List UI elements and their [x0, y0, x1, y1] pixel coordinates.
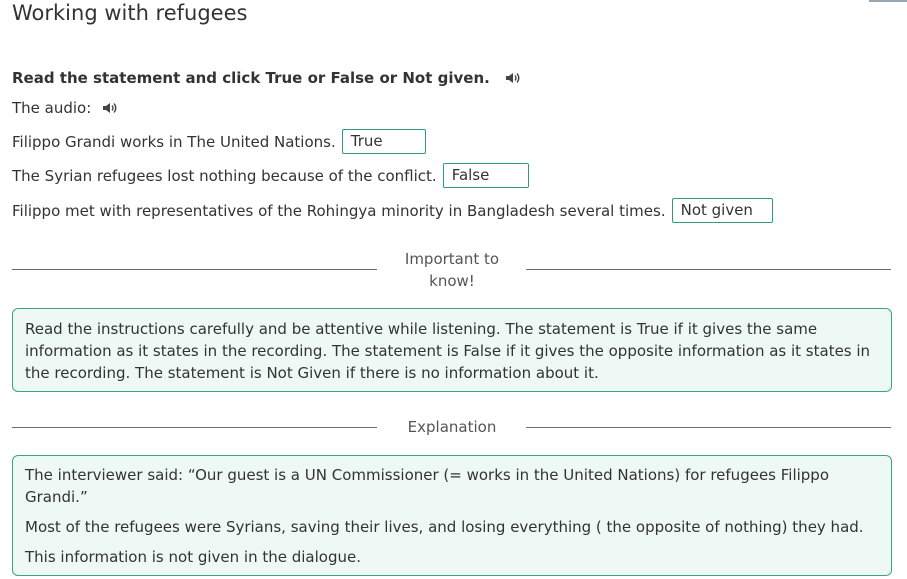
explanation-line: This information is not given in the dia… [25, 548, 361, 566]
statement-row: Filippo met with representatives of the … [12, 198, 773, 223]
explanation-box: The interviewer said: “Our guest is a UN… [12, 455, 892, 576]
task-instruction: Read the statement and click True or Fal… [12, 69, 522, 87]
divider-line-left [12, 427, 377, 428]
statement-text: The Syrian refugees lost nothing because… [12, 166, 437, 185]
divider-line-right [526, 269, 891, 270]
corner-indicator [869, 0, 907, 2]
instruction-text: Read the statement and click True or Fal… [12, 69, 490, 87]
statement-text: Filippo Grandi works in The United Natio… [12, 132, 336, 151]
statement-row: The Syrian refugees lost nothing because… [12, 163, 529, 188]
explanation-line: Most of the refugees were Syrians, savin… [25, 518, 864, 536]
audio-row: The audio: [12, 99, 119, 117]
audio-play-speaker-icon[interactable] [101, 101, 119, 115]
statement-text: Filippo met with representatives of the … [12, 201, 666, 220]
speaker-icon[interactable] [504, 71, 522, 85]
divider-line-right [526, 427, 891, 428]
answer-box-false[interactable]: False [442, 163, 529, 188]
important-heading: Important to know! [378, 248, 526, 292]
important-info-box: Read the instructions carefully and be a… [12, 308, 892, 392]
answer-box-not-given[interactable]: Not given [671, 198, 773, 223]
answer-box-true[interactable]: True [341, 129, 426, 154]
divider-line-left [12, 269, 377, 270]
explanation-heading: Explanation [407, 418, 497, 436]
important-heading-line2: know! [429, 272, 475, 290]
explanation-line: The interviewer said: “Our guest is a UN… [25, 466, 830, 506]
audio-label: The audio: [12, 99, 92, 117]
important-text: Read the instructions carefully and be a… [25, 320, 871, 382]
page-title: Working with refugees [12, 1, 248, 25]
statement-row: Filippo Grandi works in The United Natio… [12, 129, 426, 154]
important-heading-line1: Important to [404, 250, 500, 268]
